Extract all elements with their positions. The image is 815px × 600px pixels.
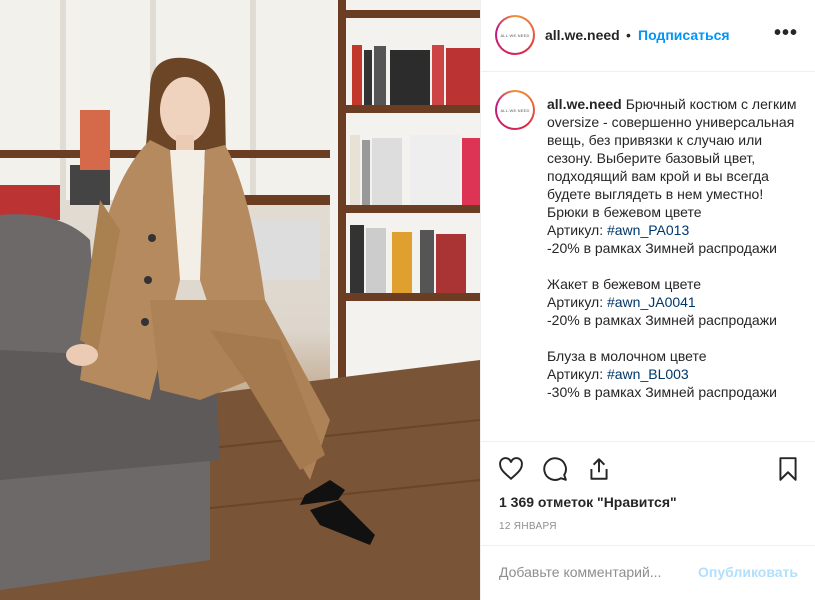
caption-username[interactable]: all.we.need (547, 96, 622, 112)
hashtag-awn-bl003[interactable]: #awn_BL003 (607, 366, 689, 382)
more-icon[interactable]: ••• (774, 23, 798, 43)
separator-dot: • (626, 27, 631, 43)
avatar-logo: ALL.WE.NEED (499, 19, 531, 51)
post-photo[interactable] (0, 0, 480, 600)
post-sidebar: ALL.WE.NEED all.we.need • Подписаться ••… (480, 0, 815, 600)
caption-item-3-title: Блуза в молочном цвете (547, 348, 707, 364)
comment-bar: Опубликовать (481, 545, 815, 600)
caption-item-3-discount: -30% в рамках Зимней распродажи (547, 384, 777, 400)
comment-input[interactable] (499, 564, 689, 580)
caption-item-1-discount: -20% в рамках Зимней распродажи (547, 240, 777, 256)
caption-item-2-title: Жакет в бежевом цвете (547, 276, 701, 292)
caption-item-1-article-label: Артикул: (547, 222, 607, 238)
post-header: ALL.WE.NEED all.we.need • Подписаться ••… (481, 0, 815, 72)
share-icon[interactable] (586, 456, 612, 482)
comment-icon[interactable] (542, 456, 568, 482)
caption-item-2-discount: -20% в рамках Зимней распродажи (547, 312, 777, 328)
caption-item-1-title: Брюки в бежевом цвете (547, 204, 702, 220)
caption-avatar-logo: ALL.WE.NEED (499, 94, 531, 126)
publish-button[interactable]: Опубликовать (698, 564, 798, 580)
action-bar (481, 451, 815, 487)
woman-in-beige-suit-image (0, 0, 480, 600)
likes-count[interactable]: 1 369 отметок "Нравится" (499, 494, 677, 510)
caption-text: all.we.need Брючный костюм с легким overs… (547, 95, 807, 401)
avatar[interactable]: ALL.WE.NEED (495, 15, 535, 55)
caption-item-2-article-label: Артикул: (547, 294, 607, 310)
header-username[interactable]: all.we.need (545, 27, 620, 43)
heart-icon[interactable] (498, 456, 524, 482)
caption-section: ALL.WE.NEED all.we.need Брючный костюм с … (481, 72, 815, 442)
hashtag-awn-pa013[interactable]: #awn_PA013 (607, 222, 689, 238)
caption-avatar[interactable]: ALL.WE.NEED (495, 90, 535, 130)
caption-item-3-article-label: Артикул: (547, 366, 607, 382)
bookmark-icon[interactable] (775, 456, 801, 482)
hashtag-awn-ja0041[interactable]: #awn_JA0041 (607, 294, 696, 310)
follow-button[interactable]: Подписаться (638, 27, 730, 43)
post-date[interactable]: 12 января (499, 521, 557, 532)
